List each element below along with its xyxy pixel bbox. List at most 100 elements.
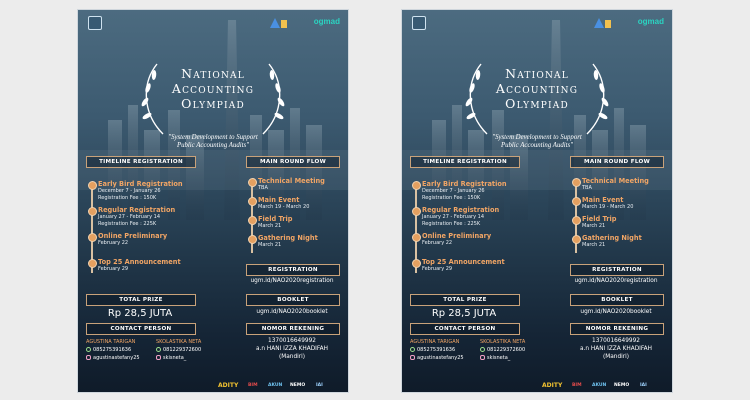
timeline-item-title: Regular Registration bbox=[98, 206, 176, 214]
sponsor-logos: ADITY BIM AKUN NEMO IAI bbox=[402, 378, 672, 392]
partner-logo-icon bbox=[594, 18, 611, 28]
contact-phone: 081229372600 bbox=[156, 347, 201, 353]
main-round-item-title: Gathering Night bbox=[582, 234, 642, 242]
main-round-dot bbox=[248, 178, 257, 187]
registration-header: REGISTRATION bbox=[570, 264, 664, 276]
main-round-dot bbox=[572, 235, 581, 244]
sponsor-logo: AKUN bbox=[592, 383, 607, 388]
main-round-dot bbox=[572, 178, 581, 187]
timeline-item-date: December 7 - January 26 bbox=[422, 188, 485, 194]
title-line: National bbox=[181, 66, 245, 81]
main-round-item-date: March 21 bbox=[582, 223, 606, 229]
timeline-item-title: Top 25 Announcement bbox=[422, 258, 505, 266]
timeline-item-date: February 22 bbox=[98, 240, 129, 246]
total-prize-header: TOTAL PRIZE bbox=[86, 294, 196, 306]
instagram-icon bbox=[156, 355, 161, 360]
registration-link[interactable]: ugm.id/NAO2020registration bbox=[246, 278, 338, 284]
timeline-dot bbox=[412, 207, 421, 216]
contact-ig-handle: agustinastefany25 bbox=[417, 355, 464, 361]
booklet-link[interactable]: ugm.id/NAO2020booklet bbox=[246, 309, 338, 315]
event-title: National Accounting Olympiad bbox=[78, 66, 348, 111]
university-logo-icon bbox=[412, 16, 426, 30]
event-tagline: "System Development to Support Public Ac… bbox=[402, 134, 672, 150]
main-round-item-title: Main Event bbox=[258, 196, 300, 204]
ogmad-logo: ogmad bbox=[313, 17, 340, 26]
account-holder: a.n HANI IZZA KHADIFAH bbox=[579, 346, 652, 352]
contact-phone-number: 085275391636 bbox=[93, 347, 132, 353]
contact-name: AGUSTINA TARIGAN bbox=[410, 339, 460, 345]
event-tagline: "System Development to Support Public Ac… bbox=[78, 134, 348, 150]
main-round-dot bbox=[248, 197, 257, 206]
booklet-link[interactable]: ugm.id/NAO2020booklet bbox=[570, 309, 662, 315]
account-bank: (Mandiri) bbox=[278, 354, 306, 360]
sponsor-logo: ADITY bbox=[542, 382, 563, 389]
whatsapp-icon bbox=[156, 347, 161, 352]
sponsor-logo: NEMO bbox=[614, 383, 630, 388]
account-number: 1370016649992 bbox=[592, 338, 640, 344]
tagline-line: Public Accounting Audits" bbox=[176, 142, 250, 149]
whatsapp-icon bbox=[480, 347, 485, 352]
contact-phone-number: 081229372600 bbox=[163, 347, 202, 353]
contact-phone: 085275391636 bbox=[86, 347, 131, 353]
booklet-header: BOOKLET bbox=[246, 294, 340, 306]
whatsapp-icon bbox=[86, 347, 91, 352]
timeline-item-fee: Registration Fee : 225K bbox=[422, 221, 481, 227]
main-round-dot bbox=[572, 197, 581, 206]
timeline-dot bbox=[88, 259, 97, 268]
main-round-item-title: Field Trip bbox=[258, 215, 293, 223]
poster-right: ogmad National Accounting Olympiad "Syst… bbox=[402, 10, 672, 392]
timeline-item-title: Early Bird Registration bbox=[422, 180, 507, 188]
contact-instagram: agustinastefany25 bbox=[410, 355, 464, 361]
instagram-icon bbox=[480, 355, 485, 360]
main-round-item-date: March 19 - March 20 bbox=[582, 204, 634, 210]
image-canvas: ogmad National Accounting Olympiad "Syst… bbox=[0, 0, 750, 400]
contact-phone: 081229372600 bbox=[480, 347, 525, 353]
main-round-item-date: March 21 bbox=[582, 242, 606, 248]
main-round-item-title: Field Trip bbox=[582, 215, 617, 223]
tagline-line: "System Development to Support bbox=[492, 134, 582, 141]
event-title: National Accounting Olympiad bbox=[402, 66, 672, 111]
sponsor-logo: BIM bbox=[572, 383, 582, 388]
main-round-item-date: TBA bbox=[582, 185, 592, 191]
title-line: Accounting bbox=[495, 81, 579, 96]
ogmad-logo: ogmad bbox=[637, 17, 664, 26]
title-line: National bbox=[505, 66, 569, 81]
tagline-line: Public Accounting Audits" bbox=[500, 142, 574, 149]
main-round-item-date: TBA bbox=[258, 185, 268, 191]
main-round-item-date: March 21 bbox=[258, 223, 282, 229]
contact-phone-number: 081229372600 bbox=[487, 347, 526, 353]
sponsor-logo: BIM bbox=[248, 383, 258, 388]
account-header: NOMOR REKENING bbox=[246, 323, 340, 335]
timeline-item-fee: Registration Fee : 225K bbox=[98, 221, 157, 227]
timeline-dot bbox=[88, 207, 97, 216]
title-line: Accounting bbox=[171, 81, 255, 96]
title-line: Olympiad bbox=[505, 96, 569, 111]
contact-name: AGUSTINA TARIGAN bbox=[86, 339, 136, 345]
timeline-item-fee: Registration Fee : 150K bbox=[98, 195, 157, 201]
account-header: NOMOR REKENING bbox=[570, 323, 664, 335]
timeline-item-date: January 27 - February 14 bbox=[422, 214, 484, 220]
timeline-item-date: January 27 - February 14 bbox=[98, 214, 160, 220]
title-line: Olympiad bbox=[181, 96, 245, 111]
timeline-item-title: Online Preliminary bbox=[422, 232, 492, 240]
instagram-icon bbox=[86, 355, 91, 360]
contact-ig-handle: agustinastefany25 bbox=[93, 355, 140, 361]
main-round-item-title: Technical Meeting bbox=[258, 177, 325, 185]
total-prize-value: Rp 28,5 JUTA bbox=[107, 308, 173, 319]
instagram-icon bbox=[410, 355, 415, 360]
whatsapp-icon bbox=[410, 347, 415, 352]
contact-ig-handle: skisneta_ bbox=[487, 355, 511, 361]
tagline-line: "System Development to Support bbox=[168, 134, 258, 141]
timeline-dot bbox=[412, 233, 421, 242]
timeline-dot bbox=[88, 233, 97, 242]
contact-instagram: skisneta_ bbox=[156, 355, 186, 361]
timeline-dot bbox=[412, 181, 421, 190]
main-round-header: MAIN ROUND FLOW bbox=[246, 156, 340, 168]
account-bank: (Mandiri) bbox=[602, 354, 630, 360]
contact-header: CONTACT PERSON bbox=[410, 323, 520, 335]
account-holder: a.n HANI IZZA KHADIFAH bbox=[255, 346, 328, 352]
timeline-item-date: December 7 - January 26 bbox=[98, 188, 161, 194]
registration-link[interactable]: ugm.id/NAO2020registration bbox=[570, 278, 662, 284]
poster-header-logos: ogmad bbox=[78, 10, 348, 36]
sponsor-logo: ADITY bbox=[218, 382, 239, 389]
